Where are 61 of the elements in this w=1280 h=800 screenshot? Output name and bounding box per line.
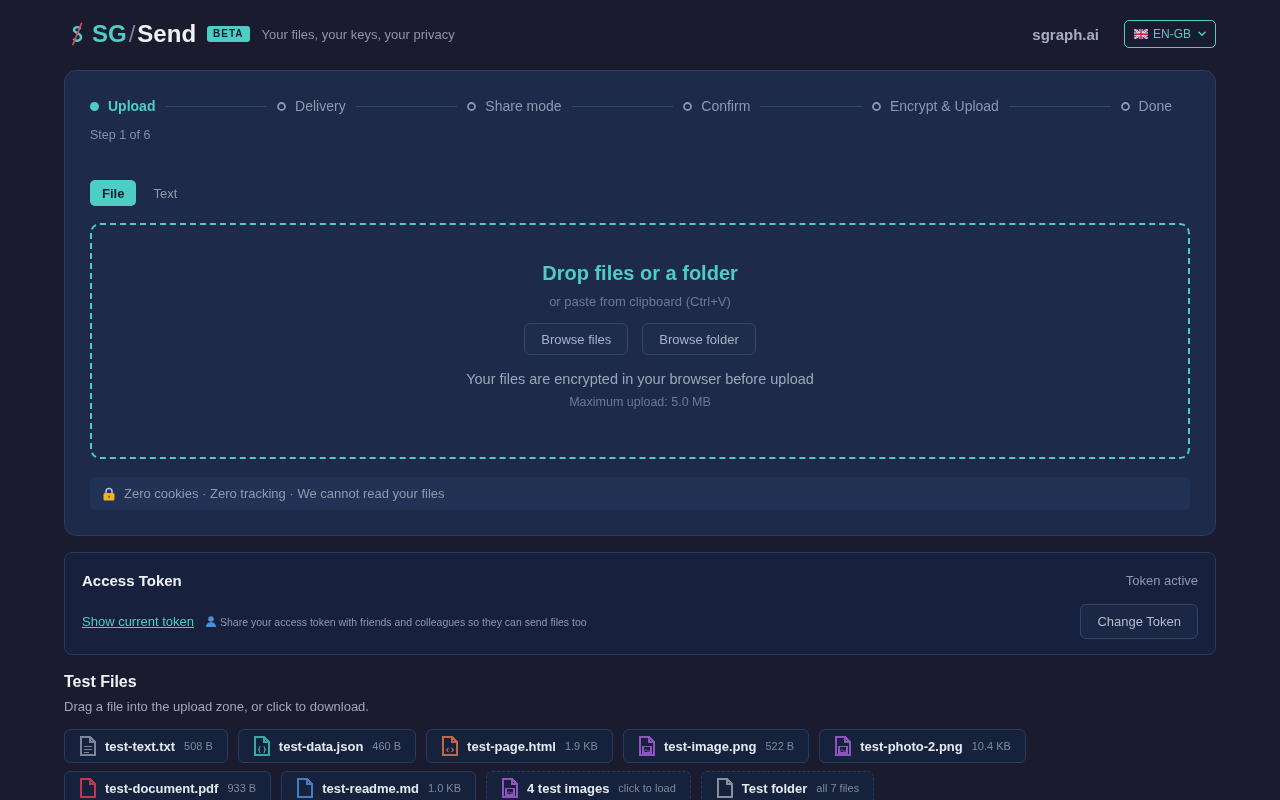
file-name: Test folder — [741, 780, 808, 796]
file-name: test-photo-2.png — [860, 738, 963, 754]
file-chip[interactable]: test-photo-2.png 10.4 KB — [819, 729, 1026, 763]
file-chip[interactable]: Test folder all 7 files — [700, 771, 875, 800]
file-size: 10.4 KB — [971, 739, 1011, 753]
step-label: Delivery — [295, 98, 346, 114]
step-label: Encrypt & Upload — [889, 98, 999, 114]
show-token-link[interactable]: Show current token — [82, 614, 194, 629]
file-size: click to load — [618, 781, 676, 795]
file-name: 4 test images — [527, 780, 610, 796]
file-size: 508 B — [184, 739, 213, 753]
paste-hint: or paste from clipboard (Ctrl+V) — [549, 294, 731, 310]
language-button[interactable]: EN-GB — [1124, 20, 1216, 48]
share-hint: Share your access token with friends and colleagues so they can send files too — [220, 615, 587, 628]
step-label: Confirm — [701, 98, 751, 114]
section-title: Test Files — [64, 672, 137, 692]
chevron-down-icon — [1198, 31, 1206, 37]
file-chip[interactable]: test-text.txt 508 B — [64, 729, 228, 763]
file-size: all 7 files — [816, 781, 860, 795]
file-name: test-text.txt — [105, 738, 176, 754]
tagline: Your files, your keys, your privacy — [261, 26, 455, 42]
file-size: 460 B — [372, 739, 402, 753]
privacy-note: Zero cookies · Zero tracking · We cannot read your files — [124, 486, 445, 501]
file-name: test-readme.md — [322, 780, 419, 796]
step-label: Share mode — [485, 98, 562, 114]
file-chip[interactable]: test-readme.md 1.0 KB — [281, 771, 476, 800]
tab[interactable]: Text — [141, 180, 190, 206]
file-name: test-page.html — [467, 738, 556, 754]
step-label: Done — [1138, 98, 1173, 114]
person-icon — [206, 616, 216, 627]
file-chip[interactable]: 4 test images click to load — [486, 771, 691, 800]
file-name: test-document.pdf — [105, 780, 219, 796]
beta-badge: BETA — [207, 26, 250, 42]
flag-icon — [1134, 29, 1148, 39]
lock-icon — [103, 486, 115, 501]
drop-zone[interactable]: Drop files or a folder or paste from clipboard (Ctrl+V) Browse files Browse folder Your files are encrypted in your browser before upload Maximum upload: 5.0 MB — [90, 223, 1190, 459]
browse-button[interactable]: Browse files — [524, 323, 629, 355]
file-chip[interactable]: test-data.json 460 B — [237, 729, 417, 763]
file-chip[interactable]: test-document.pdf 933 B — [64, 771, 272, 800]
file-chip[interactable]: test-page.html 1.9 KB — [426, 729, 613, 763]
file-chip[interactable]: test-image.png 522 B — [622, 729, 810, 763]
browse-button[interactable]: Browse folder — [642, 323, 756, 355]
file-size: 522 B — [765, 739, 795, 753]
step-counter: Step 1 of 6 — [90, 127, 151, 143]
card-title: Access Token — [82, 571, 182, 589]
step-label: Upload — [108, 98, 156, 114]
file-size: 1.9 KB — [564, 739, 598, 753]
tab[interactable]: File — [90, 180, 137, 206]
encryption-note: Your files are encrypted in your browser before upload — [466, 370, 814, 388]
file-name: test-data.json — [278, 738, 364, 754]
file-name: test-image.png — [663, 738, 757, 754]
change-token-button[interactable]: Change Token — [1080, 604, 1198, 639]
logo-icon — [69, 22, 85, 46]
upload-limit: Maximum upload: 5.0 MB — [569, 394, 711, 410]
section-subtitle: Drag a file into the upload zone, or click to download. — [64, 699, 369, 715]
site-link[interactable]: sgraph.ai — [1032, 25, 1099, 43]
logo-wordmark: SG/Send — [92, 20, 197, 48]
token-status: Token active — [1125, 572, 1198, 588]
file-size: 1.0 KB — [427, 781, 461, 795]
drop-zone-title: Drop files or a folder — [542, 261, 738, 285]
file-size: 933 B — [227, 781, 257, 795]
